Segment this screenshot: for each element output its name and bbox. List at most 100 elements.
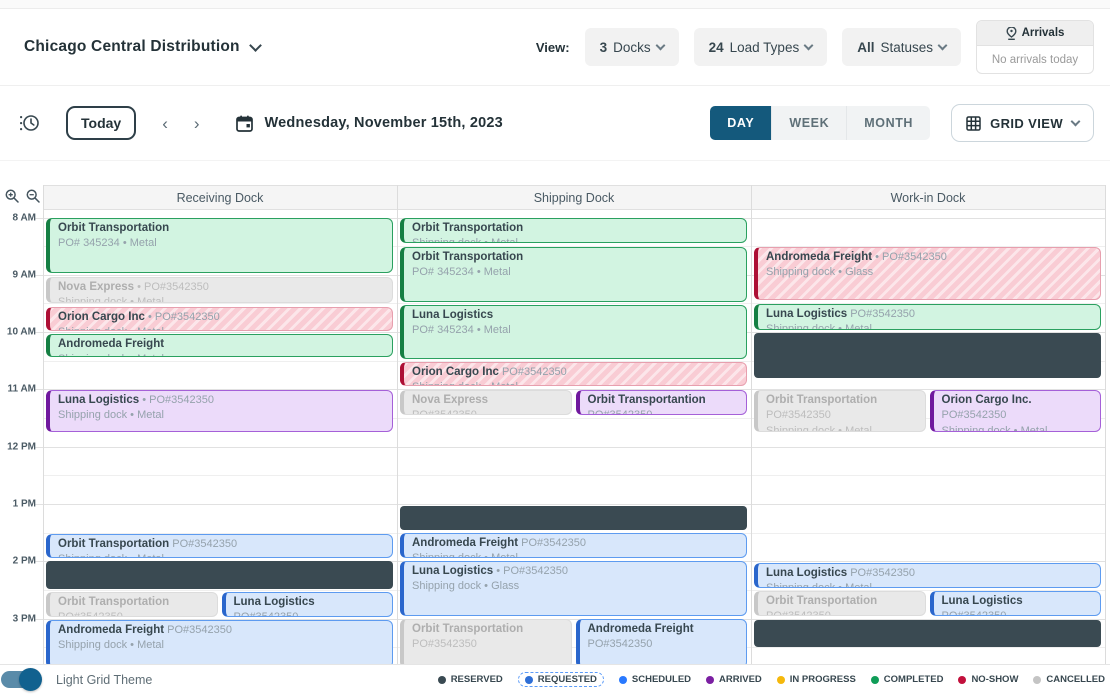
appointment-card[interactable]: Luna Logistics • PO#3542350Shipping dock… — [46, 390, 393, 432]
carrier-name: Andromeda Freight — [412, 537, 518, 549]
appointment-card[interactable]: Andromeda Freight Shipping dock • Metal — [46, 334, 393, 357]
prev-day-button[interactable]: ‹ — [162, 115, 168, 132]
map-pin-icon — [1006, 27, 1017, 40]
appointment-card[interactable]: Orbit TransportantionPO#3542350 — [576, 390, 748, 415]
appointment-card[interactable]: Orion Cargo Inc PO#3542350Shipping dock … — [400, 362, 747, 386]
appointment-card[interactable]: Orbit Transportation PO#3542350Shipping … — [46, 534, 393, 558]
chevron-down-icon — [804, 40, 814, 50]
legend-item-completed: COMPLETED — [871, 674, 944, 685]
dock-column-header: Shipping Dock — [397, 185, 751, 210]
appointment-card[interactable]: Nova ExpressPO#3542350 — [400, 390, 572, 415]
appointment-card[interactable]: Orbit TransportationPO#3542350 — [754, 591, 926, 616]
calendar-icon — [236, 115, 253, 132]
next-day-button[interactable]: › — [194, 115, 200, 132]
appointment-card[interactable]: Orion Cargo Inc.PO#3542350Shipping dock … — [930, 390, 1102, 432]
appointment-detail: Shipping dock • Metal — [412, 551, 738, 558]
appointment-card[interactable]: Luna Logistics PO#3542350 — [930, 591, 1102, 616]
appointment-card[interactable]: Andromeda FreightPO#3542350 — [576, 619, 748, 665]
appointment-card[interactable]: Orbit TransportationPO# 345234 • Metal — [46, 218, 393, 273]
appointment-card[interactable]: Orbit TransportationShipping dock • Meta… — [400, 218, 747, 243]
appointment-detail: PO#3542350 — [58, 610, 209, 617]
zoom-in-icon[interactable] — [5, 189, 19, 203]
grid-view-button[interactable]: GRID VIEW — [951, 104, 1094, 142]
time-settings-icon[interactable] — [18, 113, 40, 133]
time-label: 11 AM — [0, 384, 36, 395]
filter-label: Load Types — [730, 40, 800, 55]
appointment-card[interactable]: Luna Logistics PO# 345234 • Metal — [400, 305, 747, 359]
arrivals-widget: Arrivals No arrivals today — [976, 20, 1094, 74]
appointment-card[interactable]: Orion Cargo Inc • PO#3542350Shipping doc… — [46, 307, 393, 331]
filter-dropdown-docks[interactable]: 3Docks — [585, 28, 679, 66]
time-label: 2 PM — [0, 556, 36, 567]
column-divider — [397, 185, 398, 665]
appointment-card[interactable]: Orbit TransportationPO#3542350Shipping d… — [754, 390, 926, 432]
appointment-card[interactable]: Luna Logistics PO#3542350Shipping dock •… — [754, 304, 1101, 330]
appointment-card[interactable]: Luna Logistics • PO#3542350Shipping dock… — [400, 561, 747, 616]
carrier-name: Andromeda Freight — [766, 251, 872, 263]
carrier-name: Orbit Transportantion — [588, 394, 706, 406]
filter-dropdown-load-types[interactable]: 24 Load Types — [694, 28, 828, 66]
carrier-name: Orbit Transportation — [412, 623, 523, 635]
carrier-name: Luna Logistics — [766, 308, 847, 320]
appointment-detail: Shipping dock • Metal — [58, 295, 384, 303]
po-number: PO#3542350 — [169, 538, 237, 550]
carrier-name: Andromeda Freight — [58, 338, 164, 350]
tab-month[interactable]: MONTH — [847, 106, 930, 140]
appointment-card[interactable]: Orbit TransportationPO# 345234 • Metal — [400, 247, 747, 302]
footer-bar: Light Grid Theme RESERVEDREQUESTEDSCHEDU… — [0, 664, 1110, 694]
site-selector[interactable]: Chicago Central Distribution — [24, 38, 260, 56]
legend-label: NO-SHOW — [971, 674, 1018, 685]
carrier-name: Luna Logistics — [942, 595, 1023, 607]
reserved-block[interactable] — [46, 561, 393, 589]
chevron-down-icon — [1071, 116, 1081, 126]
tab-day[interactable]: DAY — [710, 106, 772, 140]
arrivals-header[interactable]: Arrivals — [977, 21, 1093, 46]
hour-gridline — [34, 504, 1105, 505]
theme-toggle[interactable] — [1, 671, 41, 688]
appointment-detail: Shipping dock • Metal — [766, 424, 917, 432]
dock-schedule-grid: Receiving DockShipping DockWork-in Dock … — [0, 185, 1110, 665]
carrier-name: Orbit Transportation — [58, 222, 169, 234]
appointment-card[interactable]: Nova Express • PO#3542350Shipping dock •… — [46, 277, 393, 303]
appointment-detail: Shipping dock • Metal — [58, 352, 384, 357]
appointment-card[interactable]: Luna Logistics PO#3542350Shipping dock •… — [754, 563, 1101, 588]
view-label: View: — [536, 40, 570, 55]
appointment-detail: PO# 345234 • Metal — [412, 323, 738, 338]
appointment-card[interactable]: Andromeda Freight • PO#3542350 Shipping d… — [754, 247, 1101, 300]
legend-item-in-progress: IN PROGRESS — [777, 674, 856, 685]
carrier-name: Orion Cargo Inc — [412, 366, 499, 378]
reserved-block[interactable] — [754, 333, 1101, 378]
appointment-card[interactable]: Orbit Transportation PO#3542350 — [400, 619, 572, 665]
carrier-name: Luna Logistics — [58, 394, 139, 406]
column-divider — [43, 185, 44, 665]
appointment-detail: Shipping dock • Glass — [766, 265, 1092, 280]
appointment-card[interactable]: Orbit TransportationPO#3542350 — [46, 592, 218, 617]
reserved-block[interactable] — [754, 620, 1101, 647]
appointment-card[interactable]: Andromeda Freight PO#3542350 Shipping doc… — [400, 533, 747, 558]
carrier-name: Luna Logistics — [412, 309, 493, 321]
carrier-name: Orion Cargo Inc. — [942, 394, 1032, 406]
filter-value: 24 — [709, 40, 724, 55]
appointment-detail: Shipping dock • Metal — [412, 380, 738, 386]
appointment-card[interactable]: Luna LogisticsPO#3542350 — [222, 592, 394, 617]
appointment-detail: PO#3542350 — [412, 637, 563, 652]
appointment-detail: PO#3542350 — [412, 408, 563, 415]
reserved-block[interactable] — [400, 506, 747, 530]
appointment-card[interactable]: Andromeda Freight PO#3542350Shipping doc… — [46, 620, 393, 665]
hour-gridline — [34, 447, 1105, 448]
chevron-down-icon — [938, 40, 948, 50]
po-number: • PO#3542350 — [872, 251, 947, 263]
po-number: PO#3542350 — [847, 567, 915, 579]
legend-item-requested: REQUESTED — [518, 672, 604, 687]
today-button[interactable]: Today — [66, 106, 136, 140]
carrier-name: Luna Logistics — [234, 596, 315, 608]
appointment-detail: Shipping dock • Metal — [58, 325, 384, 331]
tab-week[interactable]: WEEK — [772, 106, 847, 140]
zoom-out-icon[interactable] — [26, 189, 40, 203]
carrier-name: Orbit Transportation — [412, 251, 523, 263]
site-selector-label: Chicago Central Distribution — [24, 38, 240, 56]
theme-toggle-knob — [19, 668, 42, 691]
filter-dropdown-statuses[interactable]: AllStatuses — [842, 28, 961, 66]
appointment-detail: PO#3542350 — [942, 609, 1093, 616]
po-number: PO#3542350 — [518, 537, 586, 549]
